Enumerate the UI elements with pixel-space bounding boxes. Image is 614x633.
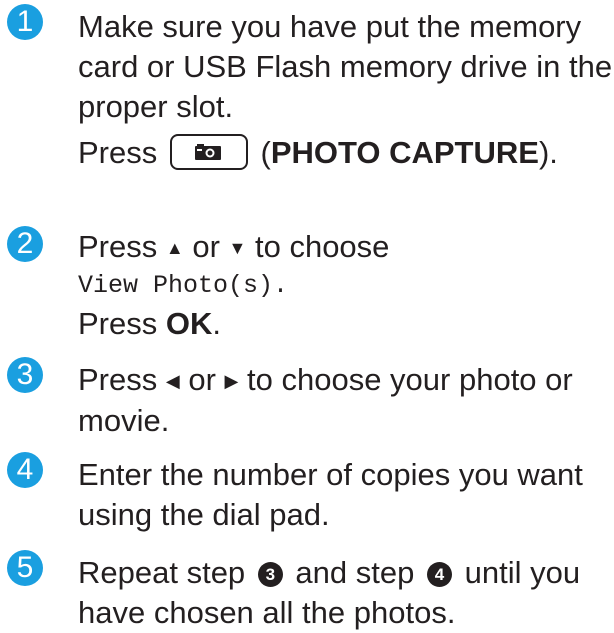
step-number-badge: 2 [7,226,43,262]
up-arrow-icon: ▲ [165,238,184,258]
step-line: Press ▲ or ▼ to choose [78,228,608,267]
press-word: Press [78,135,158,170]
step-number-badge: 4 [7,452,43,488]
step-line: Make sure you have put the memory [78,9,582,44]
press-photo-capture-line: Press (PHOTO CAPTURE). [78,133,608,173]
press-word: Press [78,229,158,264]
to-choose-text: to choose [254,229,390,264]
step-line: proper slot. [78,89,234,124]
step-text: Press ▲ or ▼ to choose View Photo(s). Pr… [78,228,608,343]
right-arrow-icon: ▶ [224,371,239,391]
step-number-badge: 3 [7,357,43,393]
press-word: Press [78,306,158,341]
or-word: or [188,362,216,397]
step-text: Press ◀ or ▶ to choose your photo or mov… [78,360,608,441]
repeat-step-text: Repeat step [78,555,246,590]
step-4-reference-icon: 4 [426,562,452,587]
press-ok-line: Press OK. [78,305,608,343]
down-arrow-icon: ▼ [228,238,247,258]
paren-open: ( [260,135,271,170]
paren-close: ). [538,135,558,170]
step-text: Make sure you have put the memory card o… [78,7,613,173]
step-number-badge: 5 [7,550,43,586]
step-line: Enter the number of copies you want [78,457,583,492]
ok-key-label: OK [165,306,213,341]
step-line: Repeat step 3 and step 4 until you [78,553,608,593]
step-number-badge: 1 [7,4,43,40]
photo-capture-label: PHOTO CAPTURE [270,135,539,170]
step-line: movie. [78,403,170,438]
step-line: have chosen all the photos. [78,595,456,630]
photo-capture-key [169,134,248,170]
left-arrow-icon: ◀ [165,371,180,391]
press-word: Press [78,362,158,397]
step-line: card or USB Flash memory drive in the [78,49,613,84]
period: . [212,306,221,341]
step-line: Press ◀ or ▶ to choose your photo or [78,360,608,401]
step-text: Repeat step 3 and step 4 until you have … [78,553,608,633]
choose-text: to choose your photo or [247,362,573,397]
camera-icon [194,144,221,160]
or-word: or [192,229,220,264]
and-step-text: and step [295,555,415,590]
menu-option-view-photos: View Photo(s). [78,271,289,300]
step-3-reference-icon: 3 [257,562,283,587]
step-text: Enter the number of copies you want usin… [78,455,608,535]
until-you-text: until you [464,555,581,590]
step-line: using the dial pad. [78,497,330,532]
